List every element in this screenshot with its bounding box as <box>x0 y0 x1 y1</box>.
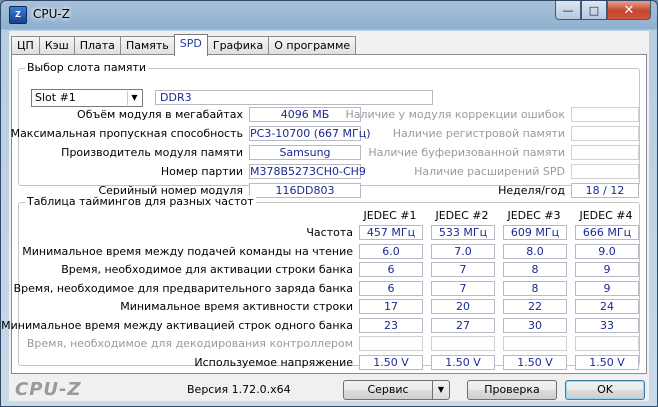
timing-column-header: JEDEC #4 <box>579 209 633 222</box>
tab-0[interactable]: ЦП <box>11 36 40 55</box>
timing-cell <box>575 336 639 351</box>
window-title: CPU-Z <box>33 7 70 21</box>
timing-cell: 22 <box>503 299 567 314</box>
tab-2[interactable]: Плата <box>73 36 121 55</box>
slot-field-label: Объём модуля в мегабайтах <box>77 108 243 121</box>
tab-strip: ЦП Кэш Плата Память SPD Графика О программе <box>11 34 357 56</box>
timings-group: Таблица таймингов для разных частот JEDE… <box>1 195 640 370</box>
timing-cell: 8 <box>503 262 567 277</box>
timing-cell: 24 <box>575 299 639 314</box>
slot-flag-label: Наличие буферизованной памяти <box>368 146 565 159</box>
timing-cell: 8 <box>503 280 567 296</box>
tab-5[interactable]: Графика <box>206 36 270 55</box>
spd-panel: Выбор слота памяти Slot #1 ▼ DDR3 Объём … <box>1 54 647 374</box>
service-dropdown-icon[interactable]: ▼ <box>432 380 450 400</box>
timing-cell: 1.50 V <box>359 354 423 370</box>
slot-field-label: Номер партии <box>160 165 243 178</box>
timing-row-label: Время, необходимое для декодирования кон… <box>26 337 353 350</box>
slot-field-value: Samsung <box>249 145 361 160</box>
slot-flag-value <box>571 107 639 122</box>
timing-cell: 1.50 V <box>575 354 639 370</box>
timing-cell: 7 <box>431 280 495 296</box>
timing-cell: 7 <box>431 262 495 277</box>
timing-cell <box>431 336 495 351</box>
slot-flag-label: Неделя/год <box>498 184 565 197</box>
memory-type-field: DDR3 <box>155 90 433 105</box>
cpuz-app-icon: Z <box>9 6 27 24</box>
timing-cell: 30 <box>503 317 567 333</box>
timing-column-header: JEDEC #1 <box>363 209 417 222</box>
timing-cell: 6 <box>359 280 423 296</box>
slot-flag-label: Наличие у модуля коррекции ошибок <box>345 108 565 121</box>
slot-select-value: Slot #1 <box>35 91 76 104</box>
chevron-down-icon[interactable]: ▼ <box>127 91 141 105</box>
timing-cell: 666 МГц <box>575 225 639 240</box>
tab-6[interactable]: О программе <box>268 36 357 55</box>
tab-3[interactable]: Память <box>119 36 175 55</box>
memory-slot-group-title: Выбор слота памяти <box>25 61 149 74</box>
version-label: Версия 1.72.0.x64 <box>187 383 291 396</box>
timing-cell: 533 МГц <box>431 225 495 240</box>
timing-row-label: Используемое напряжение <box>194 355 353 369</box>
slot-field-label: Максимальная пропускная способность <box>10 127 243 140</box>
cpuz-logo: CPU-Z <box>15 379 82 400</box>
timing-cell <box>503 336 567 351</box>
timing-cell: 7.0 <box>431 243 495 259</box>
slot-field-label: Производитель модуля памяти <box>61 146 243 159</box>
timing-cell: 6.0 <box>359 243 423 259</box>
slot-flag-value <box>571 126 639 141</box>
timing-cell: 23 <box>359 317 423 333</box>
timing-row-label: Минимальное время между активацией строк… <box>1 318 353 332</box>
timing-cell: 9 <box>575 280 639 296</box>
timing-column-header: JEDEC #3 <box>507 209 561 222</box>
close-button[interactable]: ✕ <box>607 1 651 20</box>
timing-row-label: Минимальное время активности строки <box>120 300 353 313</box>
timings-group-title: Таблица таймингов для разных частот <box>25 195 256 208</box>
title-bar[interactable]: Z CPU-Z — □ ✕ <box>1 1 657 29</box>
slot-flag-value <box>571 145 639 160</box>
timing-row-label: Частота <box>306 226 353 239</box>
timing-row-label: Время, необходимое для активации строки … <box>61 263 353 276</box>
slot-field-value: 4096 МБ <box>249 107 361 122</box>
timing-row-label: Время, необходимое для предварительного … <box>13 281 353 295</box>
tab-4[interactable]: SPD <box>173 34 208 56</box>
timing-cell: 8.0 <box>503 243 567 259</box>
timing-cell: 33 <box>575 317 639 333</box>
slot-field-value: M378B5273CH0-CH9 <box>249 164 366 179</box>
slot-flag-label: Наличие расширений SPD <box>414 165 565 178</box>
slot-field-value: 116DD803 <box>249 183 361 198</box>
slot-select[interactable]: Slot #1 ▼ <box>31 89 143 107</box>
timing-cell: 9.0 <box>575 243 639 259</box>
timing-row-label: Минимальное время между подачей команды … <box>22 244 353 258</box>
timing-cell: 6 <box>359 262 423 277</box>
tab-1[interactable]: Кэш <box>38 36 75 55</box>
service-button[interactable]: Сервис <box>343 380 433 400</box>
footer-bar: CPU-Z Версия 1.72.0.x64 Сервис ▼ Проверк… <box>9 377 649 401</box>
timing-cell: 1.50 V <box>503 354 567 370</box>
timing-cell: 1.50 V <box>431 354 495 370</box>
timing-column-header: JEDEC #2 <box>435 209 489 222</box>
slot-flag-value: 18 / 12 <box>571 183 639 198</box>
slot-flag-value <box>571 164 639 179</box>
ok-button[interactable]: OK <box>565 380 645 400</box>
timing-cell: 17 <box>359 299 423 314</box>
timing-cell: 9 <box>575 262 639 277</box>
timing-cell: 27 <box>431 317 495 333</box>
minimize-button[interactable]: — <box>555 1 581 20</box>
timing-cell: 20 <box>431 299 495 314</box>
slot-field-value: PC3-10700 (667 МГц) <box>249 126 371 141</box>
cpuz-window: Z CPU-Z — □ ✕ ЦП Кэш Плата Память SPD Графика… <box>0 0 658 407</box>
validate-button[interactable]: Проверка <box>467 380 557 400</box>
slot-flag-label: Наличие регистровой памяти <box>392 127 565 140</box>
memory-slot-group: Выбор слота памяти Slot #1 ▼ DDR3 Объём … <box>11 61 640 198</box>
timing-cell: 457 МГц <box>359 225 423 240</box>
timing-cell <box>359 336 423 351</box>
maximize-button[interactable]: □ <box>581 1 607 20</box>
timing-cell: 609 МГц <box>503 225 567 240</box>
client-area: ЦП Кэш Плата Память SPD Графика О программе Вы… <box>1 31 649 401</box>
